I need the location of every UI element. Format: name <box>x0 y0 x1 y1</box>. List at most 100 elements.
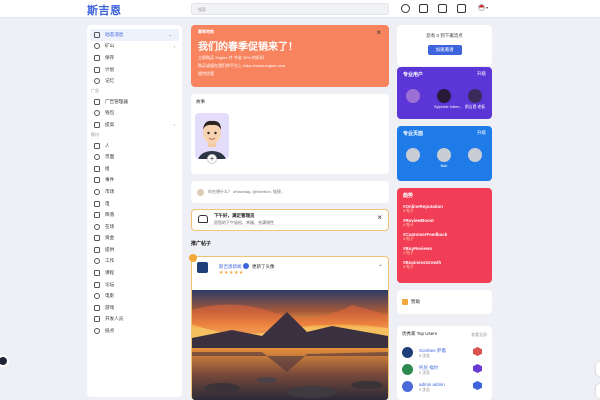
sidebar-item-wallet[interactable]: 钱包 <box>87 108 182 120</box>
sidebar-item-label: 抵点 <box>105 328 115 334</box>
pro-user-item[interactable] <box>403 89 423 105</box>
pro-page-item[interactable] <box>465 148 485 164</box>
donate-card[interactable]: 赞助 <box>397 290 492 314</box>
sidebar-item-label: 开发人员 <box>105 316 124 322</box>
pro-user-item[interactable]: Sylphide Intern... <box>434 89 463 109</box>
sidebar-item-groups[interactable]: 组 <box>87 163 182 175</box>
sidebar-item-ads-manager[interactable]: 广告管理器 <box>87 96 182 108</box>
notifications-icon[interactable] <box>457 4 466 13</box>
market-icon <box>94 188 100 195</box>
site-logo[interactable]: 斯吉恩 <box>87 2 122 18</box>
trending-count: 4 帖子 <box>403 209 414 213</box>
points-icon <box>94 328 100 335</box>
sidebar-item-developers[interactable]: 开发人员 <box>87 314 182 326</box>
promo-line-3: 提供优惠 <box>198 71 214 76</box>
trending-count: 4 帖子 <box>403 251 414 255</box>
sidebar-item-games[interactable]: 游戏 <box>87 302 182 314</box>
user-avatar[interactable] <box>478 4 485 11</box>
sidebar-item-label: 在场 <box>105 223 115 229</box>
sun-icon <box>198 215 208 223</box>
promo-line-2[interactable]: 购买或留在我们的平台上 https://www.sngine.com <box>198 63 382 69</box>
developers-icon <box>94 316 100 323</box>
close-icon[interactable]: × <box>376 28 381 37</box>
avatar <box>402 364 413 375</box>
sidebar-item-forum[interactable]: 论坛 <box>87 279 182 291</box>
add-story-icon[interactable]: + <box>207 154 217 164</box>
sidebar-item-presence[interactable]: 在场 <box>87 221 182 233</box>
top-user-row[interactable]: Sombee 萨着 5 沈浩 <box>402 346 487 360</box>
invite-button[interactable]: 加速邀请 <box>427 45 462 55</box>
chevron-icon: ⌄ <box>168 32 172 38</box>
upgrade-link[interactable]: 升级 <box>477 130 486 136</box>
sidebar-item-people[interactable]: 人 <box>87 140 182 152</box>
pro-page-item[interactable] <box>403 148 423 164</box>
post-composer[interactable]: 你在想什么？ #Hashtag..@Mention. 链接... <box>191 181 389 203</box>
badge-icon <box>473 381 482 390</box>
see-all-link[interactable]: 查看全部 <box>471 332 487 338</box>
avatar[interactable] <box>197 262 208 273</box>
sidebar-item-saved[interactable]: 保存 <box>87 52 182 64</box>
greeting-notice: 下午好，满足管理员 愿您的下午轻松、幸福、充满韧性 × <box>191 209 389 231</box>
chevron-down-icon[interactable]: ⌄ <box>378 261 383 268</box>
sidebar-item-label: 论坛 <box>105 281 115 287</box>
sidebar-item-mine[interactable]: 矿山 › <box>87 41 182 53</box>
sidebar-item-jobs[interactable]: 工作 <box>87 256 182 268</box>
sidebar-item-boost[interactable]: 提高 › <box>87 119 182 131</box>
wallet-icon <box>94 110 100 117</box>
upgrade-link[interactable]: 升级 <box>477 71 486 77</box>
forum-icon <box>94 281 100 288</box>
sidebar-item-electric[interactable]: 电 <box>87 198 182 210</box>
add-icon[interactable] <box>401 4 410 13</box>
sidebar-item-label: 电 <box>105 200 110 206</box>
sidebar-item-drop[interactable]: 降落 <box>87 209 182 221</box>
memory-icon <box>94 78 100 85</box>
top-user-row[interactable]: 托尼 福尔 0 沈浩 <box>402 363 487 377</box>
friend-requests-icon[interactable] <box>419 4 428 13</box>
left-sidebar: 动态消息 ⌄ 矿山 › 保存计划记忆 广告 广告管理器钱包 提高 › 探讨人页面组事件 市场电降落在… <box>87 25 182 397</box>
sidebar-item-label: 工作 <box>105 258 115 264</box>
verified-icon <box>243 263 249 269</box>
sidebar-item-label: 计划 <box>105 66 115 72</box>
scroll-top-button[interactable] <box>596 362 600 376</box>
promoted-post: 斯吉恩新闻 更新了头像 ★★★★★ ⌄ <box>189 254 389 400</box>
ads-manager-icon <box>94 98 100 105</box>
sidebar-item-pages[interactable]: 页面 <box>87 151 182 163</box>
people-icon <box>94 142 100 149</box>
pro-user-item[interactable]: 斯吉恩 老板 <box>465 89 485 110</box>
sidebar-item-movies[interactable]: 电影 <box>87 290 182 302</box>
sidebar-item-offers[interactable]: 提供 <box>87 244 182 256</box>
chevron-down-icon[interactable]: ▾ <box>486 5 488 10</box>
top-users-card: 优秀家 Top Users 查看全部 Sombee 萨着 5 沈浩 托尼 福尔 0 沈… <box>397 326 492 400</box>
top-user-row[interactable]: admin admin 0 沈浩 <box>402 380 487 394</box>
post-image[interactable] <box>192 290 388 400</box>
messages-icon[interactable] <box>438 4 447 13</box>
sidebar-item-label: 记忆 <box>105 78 115 84</box>
avatar <box>468 89 482 103</box>
composer-input[interactable]: 你在想什么？ #Hashtag..@Mention. 链接... <box>208 189 284 195</box>
explore-section-heading: 探讨 <box>91 132 99 138</box>
pro-page-item[interactable]: Bab <box>434 148 454 168</box>
pro-pages-card: 专业页面 升级 Bab <box>397 126 492 181</box>
side-toggle-button[interactable] <box>596 384 600 398</box>
close-icon[interactable]: × <box>377 213 382 222</box>
notice-title: 下午好，满足管理员 <box>214 213 255 218</box>
stories-card: 故事 + <box>191 94 389 174</box>
avatar <box>197 188 204 196</box>
sidebar-item-events[interactable]: 事件 <box>87 175 182 187</box>
search-input[interactable]: 搜索 <box>191 3 389 15</box>
sidebar-item-points[interactable]: 抵点 <box>87 325 182 337</box>
sidebar-item-funding[interactable]: 资金 <box>87 233 182 245</box>
chat-fab-button[interactable] <box>0 355 9 367</box>
sidebar-item-courses[interactable]: 课程 <box>87 267 182 279</box>
sidebar-item-schedule[interactable]: 计划 <box>87 64 182 76</box>
top-user-name[interactable]: admin admin <box>419 382 445 387</box>
promoted-posts-title: 推广帖子 <box>191 241 212 247</box>
sidebar-item-memories[interactable]: 记忆 <box>87 75 182 87</box>
sidebar-item-label: 市场 <box>105 188 115 194</box>
sidebar-item-market[interactable]: 市场 <box>87 186 182 198</box>
ads-section-heading: 广告 <box>91 88 99 94</box>
sidebar-item-label: 页面 <box>105 154 115 160</box>
sidebar-item-feed[interactable]: 动态消息 ⌄ <box>90 29 179 41</box>
sidebar-item-label: 广告管理器 <box>105 98 128 104</box>
create-story-card[interactable] <box>195 113 229 159</box>
